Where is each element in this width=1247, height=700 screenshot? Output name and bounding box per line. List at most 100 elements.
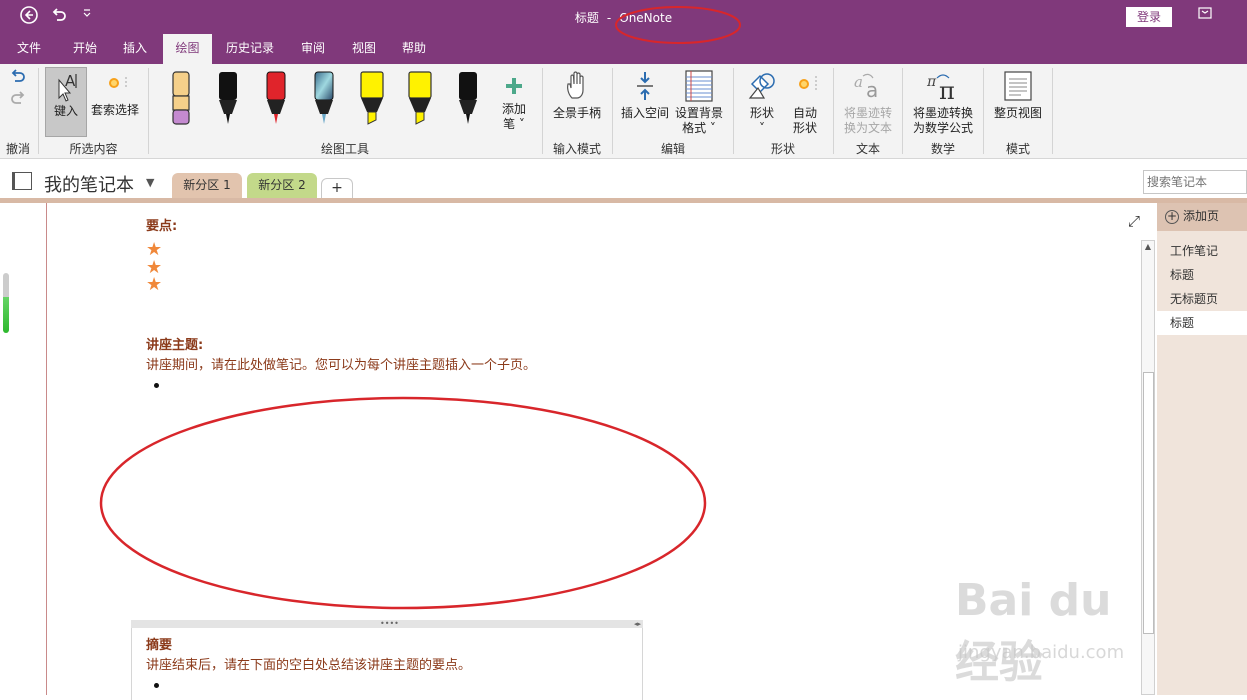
chevron-down-icon[interactable]: ▼ [146,176,154,189]
add-page-icon: + [1165,208,1179,224]
svg-text:A: A [65,72,76,90]
page-item[interactable]: 无标题页 [1157,287,1247,311]
auto-shapes-label-1: 自动 [792,106,817,120]
section-tab-1[interactable]: 新分区 1 [172,173,242,198]
plus-icon [506,78,522,94]
empty-bullet[interactable] [154,683,159,688]
group-label-drawing-tools: 绘图工具 [320,142,369,156]
highlighter-yellow-2-icon[interactable] [408,70,432,128]
login-button[interactable]: 登录 [1126,7,1172,27]
ribbon-tabs: 文件 开始 插入 绘图 历史记录 审阅 视图 帮助 [0,34,1247,64]
resize-handle-icon[interactable]: ◂▸ [634,620,641,628]
pen-black-icon[interactable] [216,70,240,128]
scroll-up-icon[interactable]: ▲ [1142,242,1154,251]
group-label-input-mode: 输入模式 [552,142,601,156]
zoom-slider[interactable] [3,273,9,333]
svg-text:π: π [939,77,955,102]
pan-hand-button[interactable]: 全景手柄 [549,70,605,121]
insert-space-icon [637,72,653,100]
drag-handle-icon[interactable]: •••• [380,620,399,628]
window-title: 标题 - OneNote [0,9,1247,26]
watermark-brand: Bai du 经验 [955,575,1112,688]
tab-draw[interactable]: 绘图 [163,34,212,64]
group-label-math: 数学 [930,142,955,156]
empty-bullet[interactable] [154,383,159,388]
add-pen-button[interactable]: 添加 笔 ˅ [496,76,532,132]
fullscreen-icon[interactable] [1196,7,1214,25]
pen-galaxy-icon[interactable] [312,70,336,128]
search-notebook-input[interactable] [1143,170,1247,194]
pencil-tan-icon[interactable] [169,70,193,128]
expand-icon[interactable]: ⤢ [1128,212,1140,230]
section-tab-2[interactable]: 新分区 2 [247,173,317,198]
type-button[interactable]: A 键入 [45,67,87,137]
tab-file[interactable]: 文件 [6,34,52,64]
ribbon-draw: 撤消 A 键入 套索选择 所选内容 添加 笔 ˅ 绘图工具 全景手柄 输入模式 … [0,64,1247,159]
add-page-button[interactable]: + 添加页 [1157,203,1247,231]
summary-heading[interactable]: 摘要 [146,634,172,653]
tab-insert[interactable]: 插入 [112,34,158,64]
insert-space-button[interactable]: 插入空间 [618,70,672,121]
svg-text:a: a [866,78,878,102]
highlighter-yellow-icon[interactable] [360,70,384,128]
type-cursor-icon: A [58,72,77,102]
page-title-text: 标题 [574,11,599,25]
tab-help[interactable]: 帮助 [391,34,437,64]
group-label-shapes: 形状 [770,142,795,156]
page-canvas[interactable]: 要点: ★ ★ ★ 讲座主题: 讲座期间，请在此处做笔记。您可以为每个讲座主题插… [0,203,1156,700]
ribbon-separator [733,68,734,154]
page-item[interactable]: 工作笔记 [1157,239,1247,263]
group-label-selection: 所选内容 [69,142,118,156]
ribbon-undo-icon[interactable] [8,68,28,88]
tab-home[interactable]: 开始 [62,34,108,64]
tab-review[interactable]: 审阅 [290,34,336,64]
ribbon-separator [612,68,613,154]
key-points-heading[interactable]: 要点: [146,215,177,234]
page-margin-line [46,203,47,695]
shapes-label-2: ˅ [759,121,765,135]
ink-to-text-label-2: 换为文本 [843,121,892,135]
topic-heading[interactable]: 讲座主题: [146,334,203,353]
tab-view[interactable]: 视图 [341,34,387,64]
note-container-handle[interactable]: •••• ◂▸ [131,620,643,628]
pen-black-2-icon[interactable] [456,70,480,128]
ribbon-redo-icon[interactable] [8,90,28,110]
ink-to-text-button[interactable]: aa 将墨迹转 换为文本 [838,70,898,136]
tab-history[interactable]: 历史记录 [219,34,281,64]
summary-text[interactable]: 讲座结束后，请在下面的空白处总结该讲座主题的要点。 [146,654,471,673]
scrollbar-thumb[interactable] [1143,372,1154,634]
topic-text[interactable]: 讲座期间，请在此处做笔记。您可以为每个讲座主题插入一个子页。 [146,354,536,373]
ink-to-math-label-2: 为数学公式 [912,121,973,135]
group-label-undo: 撤消 [5,142,30,156]
shapes-button[interactable]: 形状 ˅ [742,70,782,136]
ribbon-separator [983,68,984,154]
full-page-view-icon [1004,71,1032,101]
group-label-text: 文本 [855,142,880,156]
title-bar: 标题 - OneNote 登录 [0,0,1247,34]
add-pen-label-1: 添加 [501,102,526,116]
pen-red-icon[interactable] [264,70,288,128]
ribbon-separator [902,68,903,154]
svg-text:a: a [854,73,863,91]
svg-text:π: π [926,74,937,90]
add-section-button[interactable]: + [321,178,353,198]
page-item[interactable]: 标题 [1157,263,1247,287]
ribbon-separator [1052,68,1053,154]
group-label-mode: 模式 [1005,142,1030,156]
ribbon-separator [833,68,834,154]
page-list: + 添加页 工作笔记 标题 无标题页 标题 [1157,203,1247,695]
lasso-select-button[interactable]: 套索选择 [89,71,141,118]
add-page-label: 添加页 [1183,209,1220,223]
notebook-icon[interactable] [12,172,32,190]
page-item-selected[interactable]: 标题 [1157,311,1247,335]
watermark-url: jingyan.baidu.com [958,642,1125,663]
lasso-icon [109,77,127,89]
auto-shapes-button[interactable]: 自动 形状 [785,70,825,136]
auto-shapes-label-2: 形状 [792,121,817,135]
set-background-label-1: 设置背景 [674,106,723,120]
notebook-name[interactable]: 我的笔记本 [44,171,134,197]
add-pen-label-2: 笔 ˅ [503,117,525,131]
set-background-button[interactable]: 设置背景 格式 ˅ [673,70,725,136]
full-page-view-button[interactable]: 整页视图 [990,70,1046,121]
ink-to-math-button[interactable]: ππ 将墨迹转换 为数学公式 [908,70,978,136]
